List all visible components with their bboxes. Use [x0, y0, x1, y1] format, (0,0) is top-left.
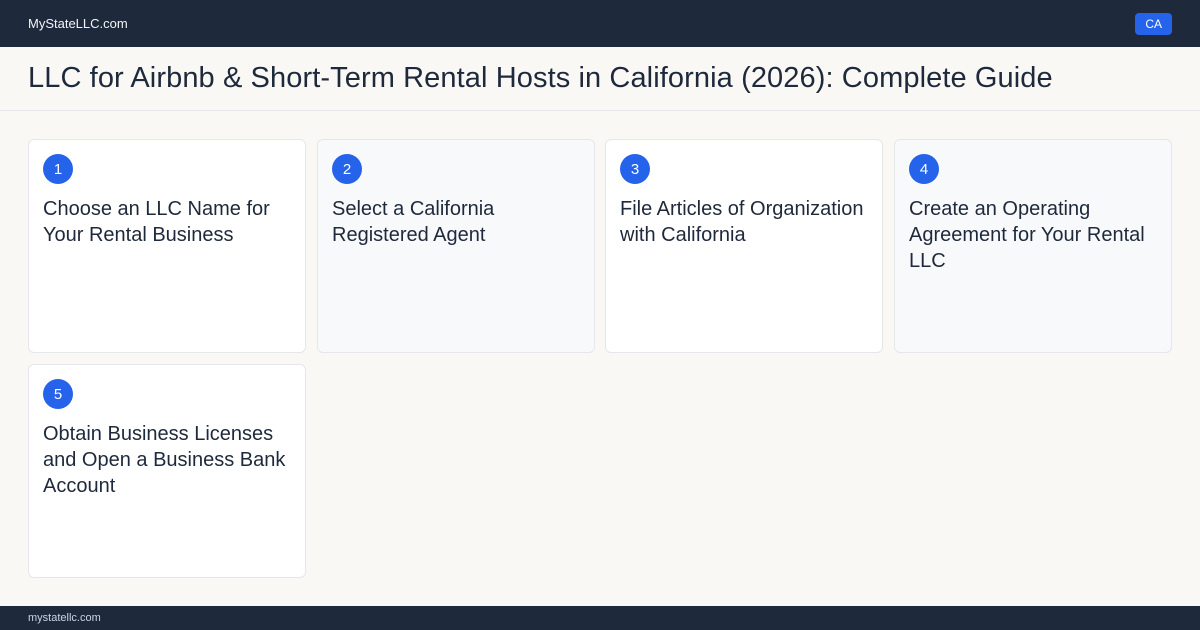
step-number-badge: 5	[43, 379, 73, 409]
step-card-1[interactable]: 1 Choose an LLC Name for Your Rental Bus…	[28, 139, 306, 353]
step-title: File Articles of Organization with Calif…	[620, 198, 864, 246]
step-number-badge: 1	[43, 154, 73, 184]
step-title: Select a California Registered Agent	[332, 198, 495, 246]
footer-domain: mystatellc.com	[28, 612, 101, 624]
step-card-3[interactable]: 3 File Articles of Organization with Cal…	[605, 139, 883, 353]
step-card-4[interactable]: 4 Create an Operating Agreement for Your…	[894, 139, 1172, 353]
footer-bar: mystatellc.com	[0, 606, 1200, 630]
site-brand-link[interactable]: MyStateLLC.com	[28, 16, 128, 31]
step-number-badge: 3	[620, 154, 650, 184]
state-badge[interactable]: CA	[1135, 12, 1172, 35]
step-title: Choose an LLC Name for Your Rental Busin…	[43, 198, 270, 246]
page-title-bar: LLC for Airbnb & Short-Term Rental Hosts…	[0, 47, 1200, 111]
step-title: Create an Operating Agreement for Your R…	[909, 198, 1145, 272]
step-card-5[interactable]: 5 Obtain Business Licenses and Open a Bu…	[28, 364, 306, 578]
top-nav-bar: MyStateLLC.com CA	[0, 0, 1200, 47]
step-title: Obtain Business Licenses and Open a Busi…	[43, 423, 286, 497]
page-title: LLC for Airbnb & Short-Term Rental Hosts…	[28, 62, 1053, 94]
step-card-2[interactable]: 2 Select a California Registered Agent	[317, 139, 595, 353]
step-number-badge: 2	[332, 154, 362, 184]
step-number-badge: 4	[909, 154, 939, 184]
